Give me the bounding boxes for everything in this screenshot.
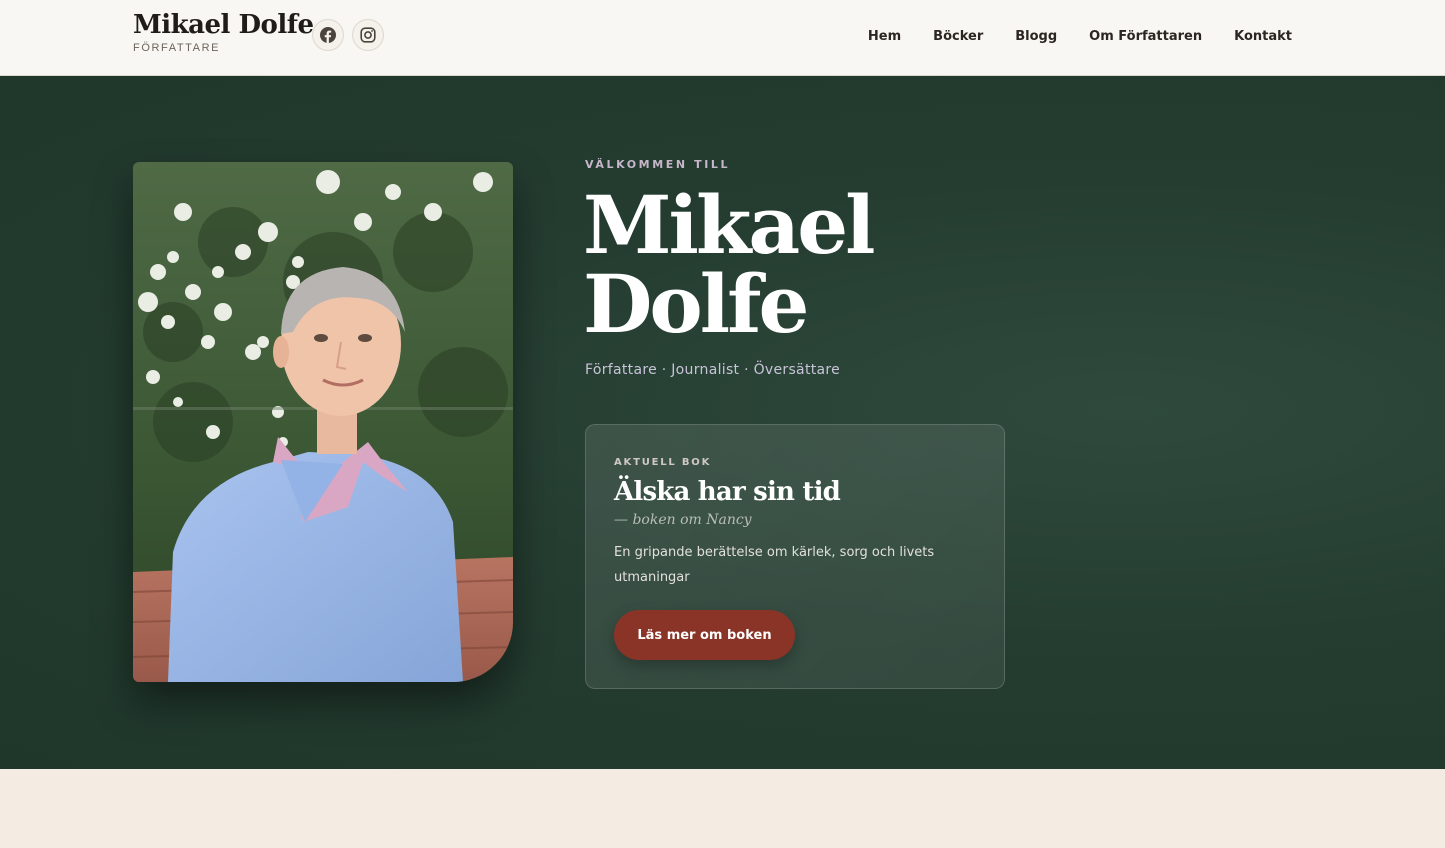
welcome-label: VÄLKOMMEN TILL [585, 158, 731, 171]
brand-name[interactable]: Mikael Dolfe [133, 9, 314, 41]
hero-title-line2: Dolfe [583, 257, 809, 351]
facebook-link[interactable] [312, 19, 344, 51]
facebook-icon [320, 27, 336, 43]
site-header: Mikael Dolfe FÖRFATTARE Hem Böcker Blogg… [0, 0, 1445, 76]
read-more-button[interactable]: Läs mer om boken [614, 610, 795, 660]
hero-section: VÄLKOMMEN TILL Mikael Dolfe Författare ·… [0, 76, 1445, 769]
main-nav: Hem Böcker Blogg Om Författaren Kontakt [836, 0, 1292, 72]
nav-item-bocker[interactable]: Böcker [933, 29, 983, 44]
nav-item-blogg[interactable]: Blogg [1015, 29, 1057, 44]
book-title: Älska har sin tid [614, 477, 841, 507]
nav-item-kontakt[interactable]: Kontakt [1234, 29, 1292, 44]
book-kicker: AKTUELL BOK [614, 457, 712, 468]
brand-subtitle: FÖRFATTARE [133, 42, 221, 54]
nav-item-hem[interactable]: Hem [868, 29, 901, 44]
hero-title: Mikael Dolfe [583, 185, 1003, 344]
instagram-icon [360, 27, 376, 43]
nav-item-om-forfattaren[interactable]: Om Författaren [1089, 29, 1202, 44]
author-roles: Författare · Journalist · Översättare [585, 362, 841, 378]
book-subtitle: — boken om Nancy [614, 512, 752, 528]
next-section [0, 769, 1445, 848]
brand[interactable]: Mikael Dolfe FÖRFATTARE [133, 9, 314, 54]
current-book-card: AKTUELL BOK Älska har sin tid — boken om… [585, 424, 1005, 689]
book-description: En gripande berättelse om kärlek, sorg o… [614, 545, 935, 585]
author-photo [133, 162, 513, 682]
instagram-link[interactable] [352, 19, 384, 51]
